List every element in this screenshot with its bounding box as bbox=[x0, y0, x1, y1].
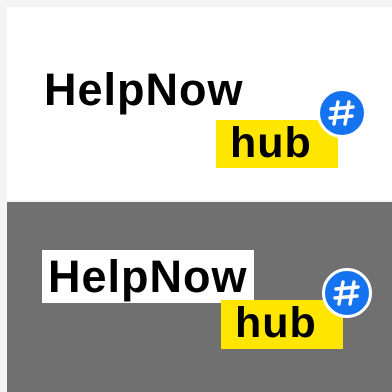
helpnow-hub-logo-dark: HelpNow hub bbox=[42, 245, 372, 375]
brand-main-text: HelpNow bbox=[42, 250, 254, 303]
dark-background-panel: HelpNow hub bbox=[7, 202, 392, 392]
light-background-panel: HelpNow hub bbox=[7, 7, 392, 200]
brand-sub-text: hub bbox=[235, 299, 317, 347]
hashtag-icon bbox=[322, 268, 372, 318]
logo-variants-canvas: HelpNow hub HelpNow hub bbox=[0, 0, 392, 392]
brand-main-text: HelpNow bbox=[44, 64, 244, 115]
helpnow-hub-logo-light: HelpNow hub bbox=[44, 67, 374, 197]
brand-sub-text: hub bbox=[230, 119, 312, 167]
hashtag-icon bbox=[317, 88, 367, 138]
